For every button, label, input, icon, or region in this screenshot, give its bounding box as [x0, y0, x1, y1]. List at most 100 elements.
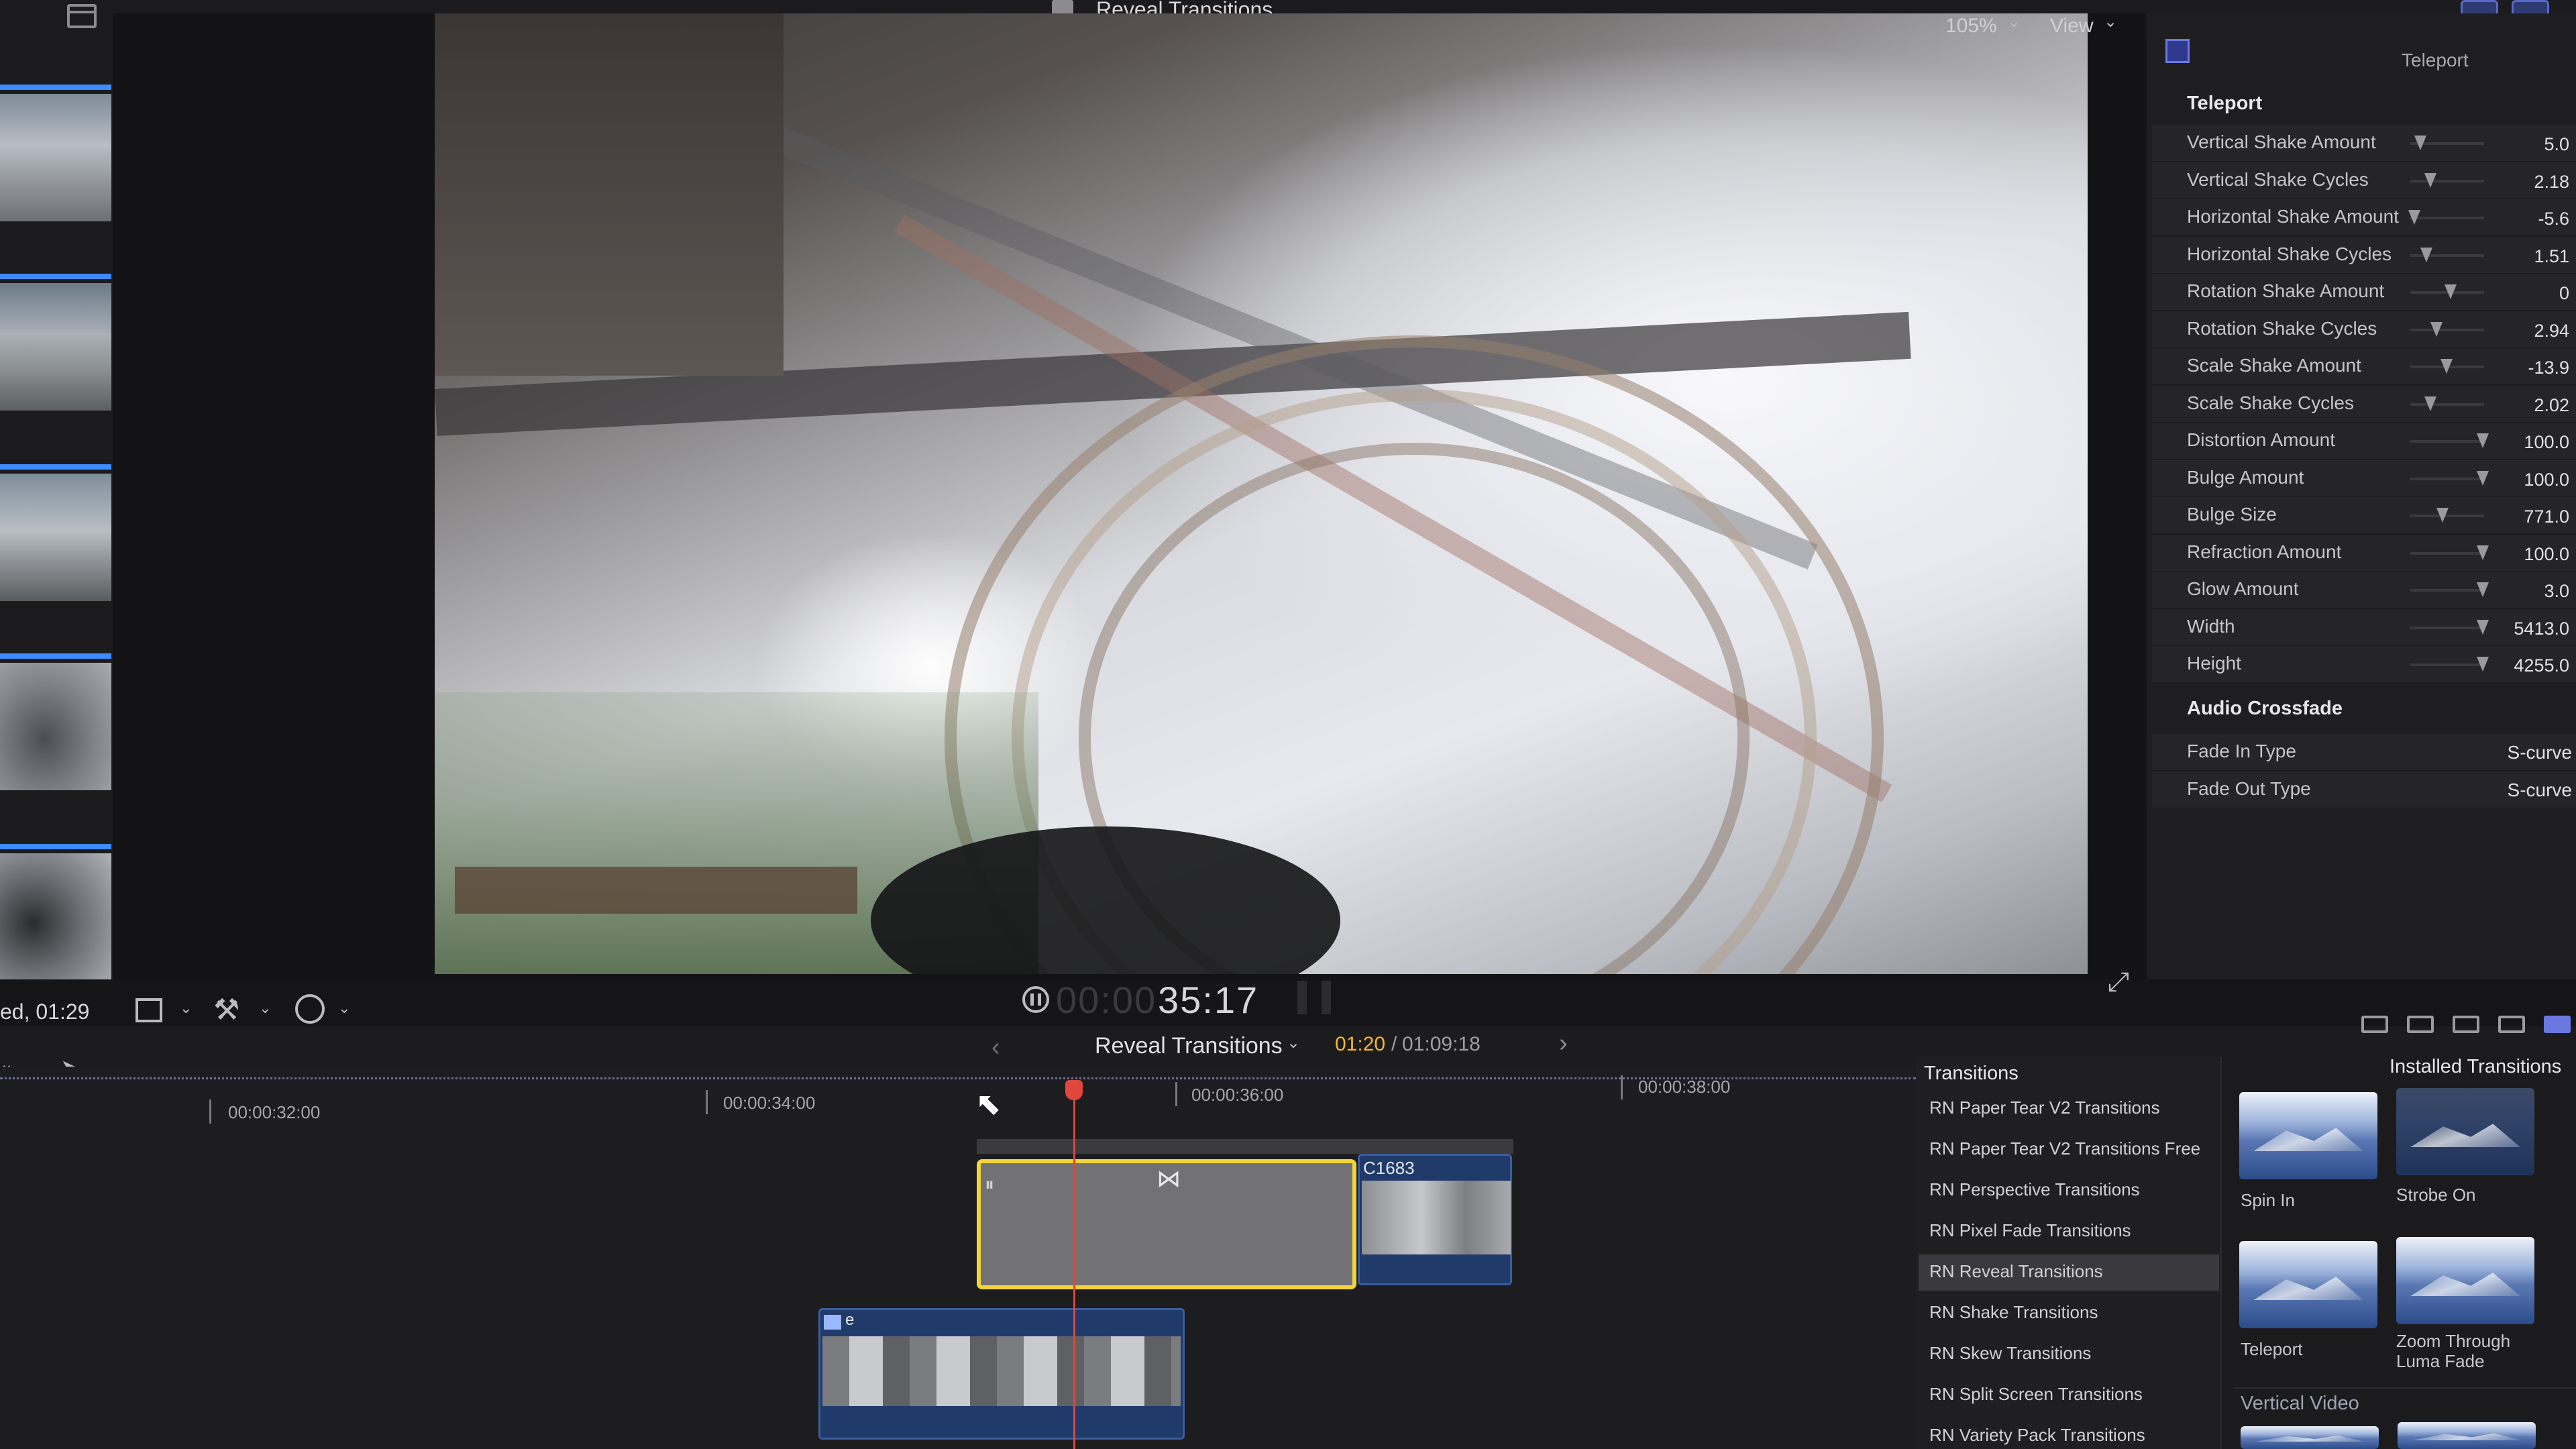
transition-thumbnail-zoom-through-luma-fade[interactable]	[2396, 1237, 2534, 1324]
browser-toggle-icon[interactable]	[67, 4, 97, 28]
fullscreen-icon[interactable]: ⤢	[2108, 967, 2129, 998]
parameter-row[interactable]: Rotation Shake Cycles 2.94	[2152, 311, 2576, 348]
solo-icon[interactable]	[2544, 1016, 2571, 1033]
parameter-slider[interactable]	[2410, 136, 2484, 150]
slider-knob[interactable]	[2424, 396, 2436, 411]
parameter-row[interactable]: Vertical Shake Cycles 2.18	[2152, 162, 2576, 199]
parameter-row[interactable]: Glow Amount 3.0	[2152, 572, 2576, 608]
project-name[interactable]: Reveal Transitions	[1095, 1033, 1283, 1059]
parameter-value[interactable]: 5.0	[2544, 134, 2569, 155]
parameter-slider[interactable]	[2410, 657, 2489, 672]
headphones-icon[interactable]	[2498, 1016, 2525, 1033]
chevron-down-icon[interactable]: ⌄	[1287, 1033, 1300, 1053]
parameter-row[interactable]: Horizontal Shake Cycles 1.51	[2152, 236, 2576, 274]
parameter-value[interactable]: 2.94	[2534, 321, 2569, 341]
parameter-value[interactable]: -5.6	[2538, 209, 2569, 229]
transition-thumbnail-spin-in[interactable]	[2239, 1092, 2377, 1179]
parameter-value[interactable]: 100.0	[2524, 470, 2569, 490]
transition-thumbnail-teleport[interactable]	[2239, 1241, 2377, 1328]
timeline-ruler[interactable]: 00:00:32:00 00:00:34:00 00:00:36:00 00:0…	[0, 1075, 1916, 1124]
chevron-down-icon[interactable]: ⌄	[2007, 12, 2021, 32]
retime-icon[interactable]	[295, 994, 325, 1024]
parameter-value[interactable]: 771.0	[2524, 506, 2569, 527]
history-back-icon[interactable]: ‹	[991, 1033, 1000, 1062]
transform-icon[interactable]	[136, 998, 162, 1022]
parameter-slider[interactable]	[2410, 619, 2489, 635]
parameter-value[interactable]: 2.18	[2534, 172, 2569, 193]
snapping-icon[interactable]	[2407, 1016, 2434, 1033]
slider-knob[interactable]	[2408, 210, 2420, 225]
parameter-row[interactable]: Distortion Amount 100.0	[2152, 423, 2576, 460]
parameter-row[interactable]: Horizontal Shake Amount -5.6	[2152, 199, 2576, 236]
fade-type-popup[interactable]: S-curve	[2508, 742, 2572, 763]
chevron-down-icon[interactable]: ⌄	[338, 1000, 350, 1017]
chevron-down-icon[interactable]: ⌄	[180, 1000, 192, 1017]
parameter-row[interactable]: Vertical Shake Amount 5.0	[2152, 125, 2576, 162]
parameter-slider[interactable]	[2410, 582, 2489, 597]
parameter-row[interactable]: Scale Shake Amount -13.9	[2152, 348, 2576, 385]
slider-knob[interactable]	[2414, 136, 2426, 150]
video-frame[interactable]	[435, 13, 2088, 974]
parameter-value[interactable]: 4255.0	[2514, 655, 2569, 676]
parameter-row[interactable]: Height 4255.0	[2152, 646, 2576, 683]
transition-category[interactable]: RN Paper Tear V2 Transitions	[1919, 1091, 2219, 1127]
zoom-level[interactable]: 105%	[1945, 15, 1997, 38]
slider-knob[interactable]	[2420, 247, 2432, 262]
transition-category[interactable]: RN Paper Tear V2 Transitions Free	[1919, 1132, 2219, 1168]
slider-knob[interactable]	[2440, 359, 2453, 374]
browser-clip[interactable]	[0, 840, 111, 981]
parameter-slider[interactable]	[2410, 321, 2484, 337]
parameter-value[interactable]: 100.0	[2524, 544, 2569, 565]
transition-category[interactable]: RN Pixel Fade Transitions	[1919, 1214, 2219, 1250]
parameter-value[interactable]: -13.9	[2528, 358, 2569, 378]
slider-knob[interactable]	[2477, 433, 2489, 448]
audio-parameter-row[interactable]: Fade In Type S-curve	[2152, 734, 2576, 771]
slider-knob[interactable]	[2477, 619, 2489, 635]
history-forward-icon[interactable]: ›	[1559, 1029, 1568, 1058]
parameter-value[interactable]: 2.02	[2534, 395, 2569, 416]
parameter-value[interactable]: 1.51	[2534, 246, 2569, 267]
parameter-row[interactable]: Width 5413.0	[2152, 608, 2576, 646]
parameter-slider[interactable]	[2410, 396, 2484, 411]
parameter-slider[interactable]	[2410, 433, 2489, 448]
transition-thumbnail[interactable]	[2398, 1422, 2536, 1449]
browser-clip[interactable]	[0, 649, 111, 790]
parameter-row[interactable]: Rotation Shake Amount 0	[2152, 274, 2576, 311]
parameter-row[interactable]: Scale Shake Cycles 2.02	[2152, 385, 2576, 423]
parameter-slider[interactable]	[2410, 284, 2484, 299]
slider-knob[interactable]	[2477, 545, 2489, 560]
parameter-slider[interactable]	[2410, 508, 2484, 523]
transition-thumbnail-strobe-on[interactable]	[2396, 1088, 2534, 1175]
transition-category[interactable]: RN Shake Transitions	[1919, 1295, 2219, 1332]
timecode-display[interactable]: 35:17	[1158, 978, 1258, 1022]
browser-clip[interactable]	[0, 460, 111, 601]
parameter-row[interactable]: Bulge Amount 100.0	[2152, 460, 2576, 497]
slider-knob[interactable]	[2424, 172, 2436, 188]
slider-knob[interactable]	[2477, 470, 2489, 486]
parameter-slider[interactable]	[2408, 210, 2484, 225]
transition-category[interactable]: RN Reveal Transitions	[1919, 1254, 2219, 1291]
parameter-slider[interactable]	[2410, 359, 2484, 374]
transition-handle-icon[interactable]: ⏸	[985, 1174, 994, 1196]
audio-parameter-row[interactable]: Fade Out Type S-curve	[2152, 771, 2576, 808]
browser-clip[interactable]	[0, 80, 111, 221]
slider-knob[interactable]	[2477, 657, 2489, 672]
pause-icon[interactable]	[1022, 986, 1049, 1013]
parameter-row[interactable]: Bulge Size 771.0	[2152, 497, 2576, 534]
parameter-slider[interactable]	[2410, 247, 2484, 262]
parameter-row[interactable]: Refraction Amount 100.0	[2152, 534, 2576, 572]
transition-category[interactable]: RN Split Screen Transitions	[1919, 1377, 2219, 1413]
parameter-value[interactable]: 3.0	[2544, 581, 2569, 602]
parameter-slider[interactable]	[2410, 545, 2489, 560]
transition-category[interactable]: RN Perspective Transitions	[1919, 1173, 2219, 1209]
skimming-icon[interactable]	[2453, 1016, 2479, 1033]
browser-clip[interactable]	[0, 270, 111, 411]
slider-knob[interactable]	[2445, 284, 2457, 299]
transition-category[interactable]: RN Skew Transitions	[1919, 1336, 2219, 1373]
chevron-down-icon[interactable]: ⌄	[2104, 12, 2117, 32]
installed-transitions-label[interactable]: Installed Transitions	[2390, 1056, 2561, 1078]
parameter-value[interactable]: 5413.0	[2514, 619, 2569, 639]
parameter-value[interactable]: 100.0	[2524, 432, 2569, 453]
clip-appearance-icon[interactable]	[2361, 1016, 2388, 1033]
audio-meter-icon[interactable]	[1297, 981, 1331, 1014]
